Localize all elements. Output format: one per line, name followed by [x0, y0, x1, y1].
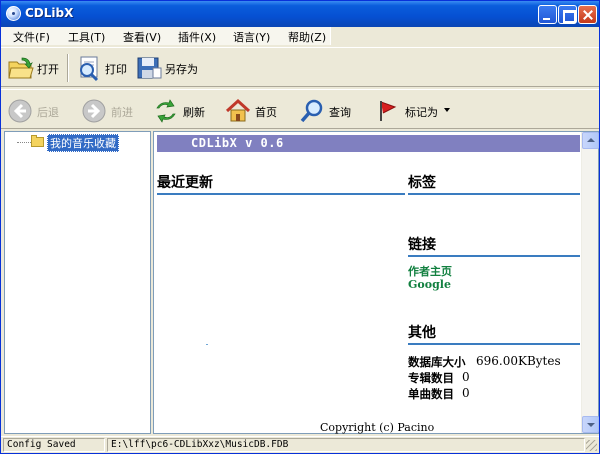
collection-tree[interactable]: 我的音乐收藏 — [4, 131, 151, 434]
main-toolbar: 打开 打印 另存为 — [1, 47, 599, 87]
menu-language[interactable]: 语言(Y) — [233, 29, 270, 45]
maximize-button[interactable] — [558, 5, 577, 24]
title-bar[interactable]: CDLibX — [1, 1, 599, 27]
save-as-icon — [137, 57, 162, 79]
scroll-down-button[interactable] — [582, 416, 599, 433]
print-button[interactable]: 打印 — [75, 52, 131, 84]
flag-icon — [380, 101, 397, 121]
tags-rule — [408, 193, 580, 195]
recent-updates-rule — [157, 193, 405, 195]
home-label: 首页 — [255, 106, 277, 119]
copyright-text: Copyright (c) Pacino — [320, 421, 435, 434]
menu-help[interactable]: 帮助(Z) — [288, 29, 326, 45]
folder-icon — [31, 135, 45, 147]
menu-file[interactable]: 文件(F) — [13, 29, 50, 45]
mark-as-label: 标记为 — [405, 106, 438, 119]
dropdown-arrow-icon[interactable] — [444, 108, 450, 112]
app-window: CDLibX 文件(F) 工具(T) 查看(V) 插件(X) 语言(Y) 帮助(… — [0, 0, 600, 454]
search-label: 查询 — [329, 106, 351, 119]
refresh-button[interactable]: 刷新 — [153, 96, 211, 126]
album-count-label: 专辑数目 — [408, 371, 454, 385]
recent-updates-title: 最近更新 — [157, 175, 213, 191]
minimize-button[interactable] — [538, 5, 557, 24]
links-title: 链接 — [408, 237, 436, 253]
content-pane: CDLibX v 0.6 最近更新 标签 链接 作者主页 Google 其他 数… — [153, 131, 599, 434]
search-button[interactable]: 查询 — [299, 96, 359, 126]
status-db-path: E:\lff\pc6-CDLibXxz\MusicDB.FDB — [107, 438, 585, 452]
window-title: CDLibX — [25, 6, 74, 20]
back-arrow-icon — [8, 99, 32, 123]
version-banner: CDLibX v 0.6 — [157, 135, 580, 152]
refresh-icon — [156, 99, 176, 123]
open-label: 打开 — [37, 63, 59, 76]
home-icon — [225, 98, 251, 122]
tags-title: 标签 — [408, 175, 436, 191]
forward-label: 前进 — [111, 106, 133, 119]
db-size-label: 数据库大小 — [408, 355, 466, 369]
links-rule — [408, 255, 580, 257]
status-message: Config Saved — [3, 438, 105, 452]
toolbar-separator — [67, 54, 69, 82]
tree-item-my-music[interactable]: 我的音乐收藏 — [47, 134, 119, 152]
content-artifact — [206, 344, 208, 345]
vertical-scrollbar[interactable] — [581, 132, 599, 433]
track-count-value: 0 — [462, 386, 470, 400]
tree-connector — [17, 142, 31, 143]
resize-grip[interactable] — [586, 440, 597, 451]
save-as-label: 另存为 — [165, 63, 198, 76]
home-button[interactable]: 首页 — [225, 96, 283, 126]
print-label: 打印 — [105, 63, 127, 76]
author-homepage-link[interactable]: 作者主页 — [408, 263, 452, 279]
forward-arrow-icon — [82, 99, 106, 123]
menu-view[interactable]: 查看(V) — [123, 29, 161, 45]
scroll-up-button[interactable] — [582, 132, 599, 149]
status-bar: Config Saved E:\lff\pc6-CDLibXxz\MusicDB… — [1, 436, 599, 453]
menu-tools[interactable]: 工具(T) — [68, 29, 105, 45]
db-size-value: 696.00KBytes — [476, 354, 561, 368]
album-count-value: 0 — [462, 370, 470, 384]
navigation-toolbar: 后退 前进 刷新 首页 查询 标记为 — [1, 89, 599, 129]
other-rule — [408, 343, 580, 345]
open-button[interactable]: 打开 — [7, 52, 65, 84]
version-text: CDLibX v 0.6 — [191, 136, 284, 150]
app-icon[interactable] — [6, 6, 21, 21]
search-icon — [300, 99, 323, 123]
refresh-label: 刷新 — [183, 106, 205, 119]
back-label: 后退 — [37, 106, 59, 119]
menu-bar-items: 文件(F) 工具(T) 查看(V) 插件(X) 语言(Y) 帮助(Z) — [1, 27, 331, 45]
google-link[interactable]: Google — [408, 278, 451, 291]
open-folder-icon — [8, 57, 34, 79]
menu-plugins[interactable]: 插件(X) — [178, 29, 216, 45]
forward-button[interactable]: 前进 — [81, 96, 143, 126]
mark-as-button[interactable]: 标记为 — [375, 96, 455, 126]
menu-bar: 文件(F) 工具(T) 查看(V) 插件(X) 语言(Y) 帮助(Z) — [1, 27, 599, 45]
save-as-button[interactable]: 另存为 — [135, 52, 201, 84]
other-title: 其他 — [408, 325, 436, 341]
back-button[interactable]: 后退 — [7, 96, 69, 126]
close-button[interactable] — [578, 5, 597, 24]
print-preview-icon — [80, 56, 99, 82]
track-count-label: 单曲数目 — [408, 387, 454, 401]
